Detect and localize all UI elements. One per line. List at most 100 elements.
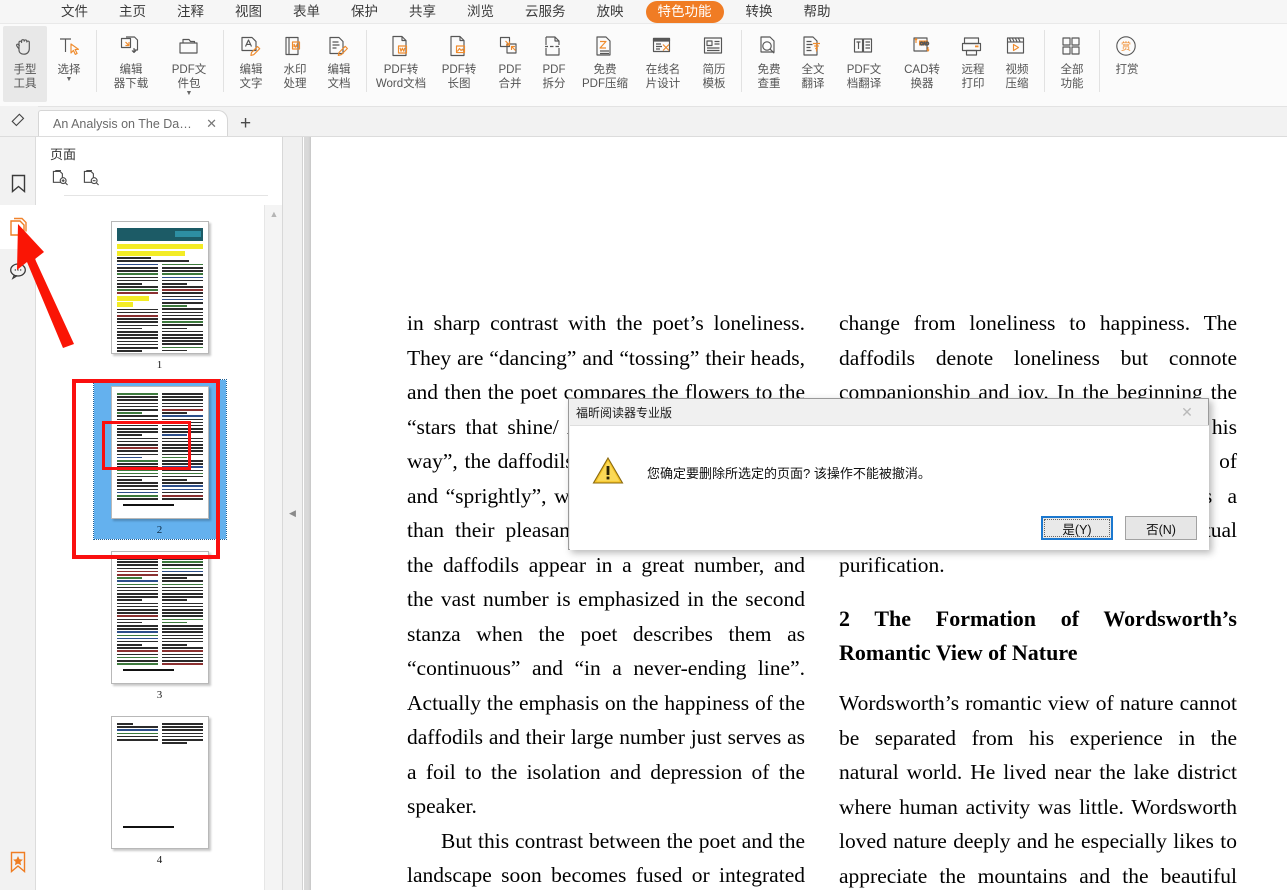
toolbar-pdf-merge[interactable]: PDF 合并 bbox=[488, 26, 532, 102]
menu-item-7[interactable]: 浏览 bbox=[458, 2, 503, 22]
panel-splitter[interactable]: ◀ bbox=[283, 137, 303, 890]
new-tab-button[interactable]: + bbox=[240, 114, 251, 133]
doc-translate-icon bbox=[847, 31, 881, 61]
toolbar-label: PDF 合并 bbox=[499, 63, 522, 91]
panel-divider bbox=[64, 195, 268, 196]
sidebar-item-pages[interactable] bbox=[0, 205, 36, 249]
toolbar-card-design[interactable]: 在线名 片设计 bbox=[634, 26, 692, 102]
thumbnail-page-number: 3 bbox=[157, 689, 163, 702]
toolbar-label: 免费 查重 bbox=[758, 63, 781, 91]
dialog-message: 您确定要删除所选定的页面? 该操作不能被撤消。 bbox=[647, 465, 931, 483]
menu-item-12[interactable]: 帮助 bbox=[795, 2, 840, 22]
editor-download-icon bbox=[114, 31, 148, 61]
toolbar-separator bbox=[366, 30, 367, 92]
hand-icon bbox=[8, 31, 42, 61]
toolbar-full-translate[interactable]: 全文 翻译 bbox=[791, 26, 835, 102]
merge-icon bbox=[493, 31, 527, 61]
thumbnail-page-number: 4 bbox=[157, 854, 163, 867]
document-tab[interactable]: An Analysis on The Daff... ✕ bbox=[38, 110, 228, 136]
menu-item-4[interactable]: 表单 bbox=[284, 2, 329, 22]
menu-item-10[interactable]: 特色功能 bbox=[646, 1, 724, 23]
paragraph: But this contrast between the poet and t… bbox=[407, 824, 805, 890]
toolbar-label: 编辑 器下载 bbox=[114, 63, 149, 91]
dialog-button-row: 是(Y) 否(N) bbox=[1041, 516, 1197, 540]
toolbar-plagiarism-check[interactable]: 免费 查重 bbox=[747, 26, 791, 102]
pages-panel-header: 页面 bbox=[36, 137, 282, 196]
edit-doc-icon bbox=[322, 31, 356, 61]
dialog-titlebar: 福昕阅读器专业版 bbox=[569, 399, 1208, 425]
thumbnail-page-3[interactable]: 3 bbox=[95, 545, 225, 704]
toolbar-resume-template[interactable]: 简历 模板 bbox=[692, 26, 736, 102]
svg-text:赏: 赏 bbox=[1121, 41, 1131, 53]
scroll-up-icon[interactable]: ▲ bbox=[265, 205, 283, 223]
pages-panel-toolbar bbox=[50, 170, 282, 187]
menu-item-11[interactable]: 转换 bbox=[737, 2, 782, 22]
thumbnail-scrollbar[interactable]: ▲ bbox=[264, 205, 282, 890]
menu-item-6[interactable]: 共享 bbox=[400, 2, 445, 22]
toolbar-select-tool[interactable]: 选择▼ bbox=[47, 26, 91, 102]
sidebar-item-comments[interactable] bbox=[0, 249, 36, 293]
translate-icon bbox=[796, 31, 830, 61]
toolbar-label: PDF 拆分 bbox=[543, 63, 566, 91]
toolbar-pdf-split[interactable]: PDF 拆分 bbox=[532, 26, 576, 102]
toolbar-reward[interactable]: 赏打赏 bbox=[1105, 26, 1149, 102]
section-heading: 2 The Formation of Wordsworth’s Romantic… bbox=[839, 602, 1237, 670]
zoom-in-thumbnail-icon[interactable] bbox=[52, 170, 69, 187]
toolbar-label: 在线名 片设计 bbox=[646, 63, 681, 91]
toolbar-label: 全部 功能 bbox=[1061, 63, 1084, 91]
toolbar-label: 视频 压缩 bbox=[1006, 63, 1029, 91]
close-tab-icon[interactable]: ✕ bbox=[204, 118, 219, 130]
navigation-rail bbox=[0, 137, 36, 890]
toolbar-edit-doc[interactable]: 编辑 文档 bbox=[317, 26, 361, 102]
resume-icon bbox=[697, 31, 731, 61]
toolbar-cad-converter[interactable]: CADCAD转 换器 bbox=[893, 26, 951, 102]
toolbar-pdf-to-longimage[interactable]: PDF转 长图 bbox=[430, 26, 488, 102]
menu-item-8[interactable]: 云服务 bbox=[516, 2, 575, 22]
favorites-button[interactable] bbox=[0, 842, 36, 882]
thumbnail-page-2[interactable]: 2 bbox=[94, 380, 226, 539]
toolbar-separator bbox=[741, 30, 742, 92]
menu-item-9[interactable]: 放映 bbox=[588, 2, 633, 22]
menu-item-0[interactable]: 文件 bbox=[52, 2, 97, 22]
toolbar-pdf-package[interactable]: PDF文 件包▼ bbox=[160, 26, 218, 102]
toolbar-hand-tool[interactable]: 手型 工具 bbox=[3, 26, 47, 102]
toolbar-watermark[interactable]: 水印 处理 bbox=[273, 26, 317, 102]
to-word-icon bbox=[384, 31, 418, 61]
eraser-icon[interactable] bbox=[0, 106, 38, 136]
no-button[interactable]: 否(N) bbox=[1125, 516, 1197, 540]
toolbar-separator bbox=[223, 30, 224, 92]
toolbar-video-compress[interactable]: 视频 压缩 bbox=[995, 26, 1039, 102]
thumbnail-image bbox=[111, 551, 209, 684]
sidebar-item-bookmarks[interactable] bbox=[0, 161, 36, 205]
toolbar-label: 简历 模板 bbox=[703, 63, 726, 91]
menu-item-5[interactable]: 保护 bbox=[342, 2, 387, 22]
thumbnail-page-4[interactable]: 4 bbox=[95, 710, 225, 869]
toolbar-label: 全文 翻译 bbox=[802, 63, 825, 91]
thumbnail-page-number: 2 bbox=[157, 524, 163, 537]
toolbar-label: 远程 打印 bbox=[962, 63, 985, 91]
menu-item-3[interactable]: 视图 bbox=[226, 2, 271, 22]
toolbar-pdf-compress[interactable]: 免费 PDF压缩 bbox=[576, 26, 634, 102]
collapse-panel-icon[interactable]: ◀ bbox=[289, 508, 296, 519]
zoom-out-thumbnail-icon[interactable] bbox=[83, 170, 100, 187]
dialog-close-icon[interactable]: ✕ bbox=[1170, 402, 1204, 422]
toolbar-edit-text[interactable]: 编辑 文字 bbox=[229, 26, 273, 102]
toolbar-pdf-doc-translate[interactable]: PDF文 档翻译 bbox=[835, 26, 893, 102]
toolbar-all-features[interactable]: 全部 功能 bbox=[1050, 26, 1094, 102]
menu-item-1[interactable]: 主页 bbox=[110, 2, 155, 22]
toolbar-label: 打赏 bbox=[1116, 63, 1139, 77]
chevron-down-icon[interactable]: ▼ bbox=[66, 77, 73, 83]
toolbar-remote-print[interactable]: 远程 打印 bbox=[951, 26, 995, 102]
toolbar-editor-download[interactable]: 编辑 器下载 bbox=[102, 26, 160, 102]
chevron-down-icon[interactable]: ▼ bbox=[186, 91, 193, 97]
menu-bar: 文件主页注释视图表单保护共享浏览云服务放映特色功能转换帮助 bbox=[0, 0, 1287, 24]
pages-panel: 页面 bbox=[36, 137, 283, 890]
package-icon bbox=[172, 31, 206, 61]
yes-button[interactable]: 是(Y) bbox=[1041, 516, 1113, 540]
thumbnail-list[interactable]: 1 2 3 4 bbox=[36, 207, 283, 890]
toolbar-pdf-to-word[interactable]: PDF转 Word文档 bbox=[372, 26, 430, 102]
thumbnail-page-1[interactable]: 1 bbox=[95, 215, 225, 374]
foxit-reader-window: 文件主页注释视图表单保护共享浏览云服务放映特色功能转换帮助 手型 工具选择▼ 编辑… bbox=[0, 0, 1287, 890]
warning-icon bbox=[592, 456, 624, 485]
menu-item-2[interactable]: 注释 bbox=[168, 2, 213, 22]
